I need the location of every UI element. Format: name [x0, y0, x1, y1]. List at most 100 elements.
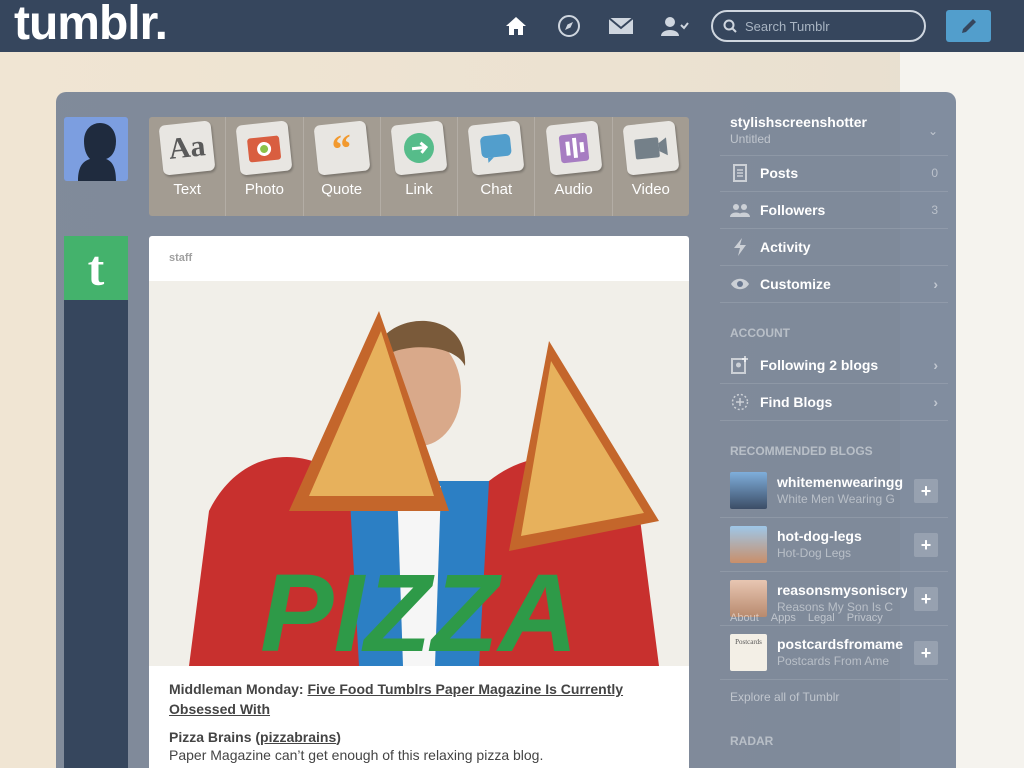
post-photo[interactable]: PIZZA — [149, 281, 689, 666]
account-heading: ACCOUNT — [730, 326, 790, 340]
post-sub-prefix: Pizza Brains ( — [169, 729, 261, 745]
sidebar-item-label: Following 2 blogs — [760, 357, 879, 373]
footer-link-legal[interactable]: Legal — [808, 612, 835, 624]
blog-thumbnail — [730, 526, 767, 563]
search-input[interactable] — [745, 18, 905, 34]
post-type-label: Link — [405, 181, 433, 198]
footer-link-apps[interactable]: Apps — [771, 612, 796, 624]
post-type-label: Video — [631, 181, 670, 198]
explore-link[interactable]: Explore all of Tumblr — [730, 690, 839, 704]
sidebar-item-label: Followers — [760, 202, 826, 218]
sidebar-item-customize[interactable]: Customize › — [720, 266, 948, 303]
sidebar-item-label: Customize — [760, 276, 831, 292]
following-icon — [720, 356, 760, 374]
eye-icon — [720, 277, 760, 291]
follow-button[interactable]: + — [914, 479, 938, 503]
recommended-blog-name: reasonsmysoniscry — [777, 582, 907, 598]
post-subheading: Pizza Brains (pizzabrains) — [169, 729, 669, 745]
sidebar: stylishscreenshotter Untitled ⌄ Posts 0 … — [720, 92, 948, 768]
audio-post-icon — [545, 120, 603, 176]
staff-avatar[interactable]: t — [64, 236, 128, 300]
recommended-blog-name: whitemenwearingg — [777, 474, 904, 490]
posts-count: 0 — [931, 166, 938, 180]
footer-link-about[interactable]: About — [730, 612, 759, 624]
pencil-icon — [961, 19, 976, 33]
post-type-bar: Aa Text Photo “ Quote Link Chat Audio Vi… — [149, 117, 689, 216]
blog-name: stylishscreenshotter — [730, 114, 867, 130]
post-sub-suffix: ) — [336, 729, 341, 745]
recommended-blog-subtitle: Postcards From Ame — [777, 654, 890, 668]
post-type-text[interactable]: Aa Text — [149, 117, 227, 216]
followers-icon — [720, 202, 760, 218]
search-icon — [723, 19, 737, 33]
follow-button[interactable]: + — [914, 533, 938, 557]
post-type-video[interactable]: Video — [613, 117, 689, 216]
top-navigation-bar: tumblr. — [0, 0, 1024, 52]
link-post-icon — [390, 120, 448, 176]
follow-button[interactable]: + — [914, 587, 938, 611]
activity-icon — [720, 238, 760, 256]
post-title: Middleman Monday: Five Food Tumblrs Pape… — [169, 679, 669, 719]
sidebar-item-following[interactable]: Following 2 blogs › — [720, 347, 948, 384]
recommended-heading: RECOMMENDED BLOGS — [730, 444, 873, 458]
text-post-icon: Aa — [158, 120, 216, 176]
chevron-right-icon: › — [933, 394, 938, 410]
footer-links: About Apps Legal Privacy — [730, 612, 883, 624]
recommended-blog-subtitle: Hot-Dog Legs — [777, 546, 852, 560]
sidebar-item-label: Posts — [760, 165, 799, 181]
recommended-blog-name: postcardsfromame — [777, 636, 904, 652]
home-icon[interactable] — [503, 13, 529, 39]
sidebar-item-followers[interactable]: Followers 3 — [720, 192, 948, 229]
tumblr-logo[interactable]: tumblr. — [14, 0, 168, 51]
pizza-image-text: PIZZA — [260, 552, 578, 666]
recommended-blog[interactable]: Postcards postcardsfromame Postcards Fro… — [720, 626, 948, 680]
chat-post-icon — [467, 120, 525, 176]
sidebar-item-find-blogs[interactable]: Find Blogs › — [720, 384, 948, 421]
mail-icon[interactable] — [608, 13, 634, 39]
video-post-icon — [622, 120, 680, 176]
post-title-prefix: Middleman Monday: — [169, 681, 308, 697]
sidebar-item-posts[interactable]: Posts 0 — [720, 155, 948, 192]
compass-icon[interactable] — [556, 13, 582, 39]
quote-post-icon: “ — [313, 120, 371, 176]
sidebar-item-activity[interactable]: Activity — [720, 229, 948, 266]
search-box[interactable] — [711, 10, 926, 42]
post-card: staff PIZZA Middleman Monday: Five Food … — [149, 236, 689, 768]
post-type-photo[interactable]: Photo — [226, 117, 304, 216]
post-type-label: Chat — [480, 181, 513, 198]
post-type-label: Audio — [554, 181, 593, 198]
sidebar-item-label: Find Blogs — [760, 394, 833, 410]
blog-switcher[interactable]: stylishscreenshotter Untitled ⌄ — [720, 108, 948, 156]
post-sub-link[interactable]: pizzabrains — [260, 729, 336, 745]
find-blogs-icon — [720, 393, 760, 411]
sidebar-item-label: Activity — [760, 239, 811, 255]
account-icon[interactable] — [660, 13, 690, 39]
recommended-blog-name: hot-dog-legs — [777, 528, 862, 544]
post-type-link[interactable]: Link — [381, 117, 459, 216]
recommended-blog[interactable]: hot-dog-legs Hot-Dog Legs + — [720, 518, 948, 572]
post-body: Middleman Monday: Five Food Tumblrs Pape… — [169, 679, 669, 763]
footer-link-privacy[interactable]: Privacy — [847, 612, 883, 624]
post-type-label: Text — [173, 181, 201, 198]
blog-thumbnail — [730, 472, 767, 509]
recommended-blog[interactable]: whitemenwearingg White Men Wearing G + — [720, 464, 948, 518]
post-text: Paper Magazine can’t get enough of this … — [169, 747, 544, 763]
post-avatar-stripe — [64, 236, 128, 768]
chevron-down-icon: ⌄ — [927, 124, 938, 138]
radar-heading: RADAR — [730, 734, 774, 748]
blog-thumbnail: Postcards — [730, 634, 767, 671]
post-type-label: Quote — [321, 181, 363, 198]
post-type-label: Photo — [244, 181, 285, 198]
post-type-chat[interactable]: Chat — [458, 117, 536, 216]
post-type-quote[interactable]: “ Quote — [304, 117, 381, 216]
compose-button[interactable] — [946, 10, 991, 42]
post-author[interactable]: staff — [169, 252, 192, 264]
follow-button[interactable]: + — [914, 641, 938, 665]
chevron-right-icon: › — [933, 357, 938, 373]
followers-count: 3 — [931, 203, 938, 217]
blog-subtitle: Untitled — [730, 132, 771, 146]
post-type-audio[interactable]: Audio — [535, 117, 613, 216]
user-avatar[interactable] — [64, 117, 128, 181]
photo-post-icon — [235, 120, 293, 176]
posts-icon — [720, 164, 760, 182]
